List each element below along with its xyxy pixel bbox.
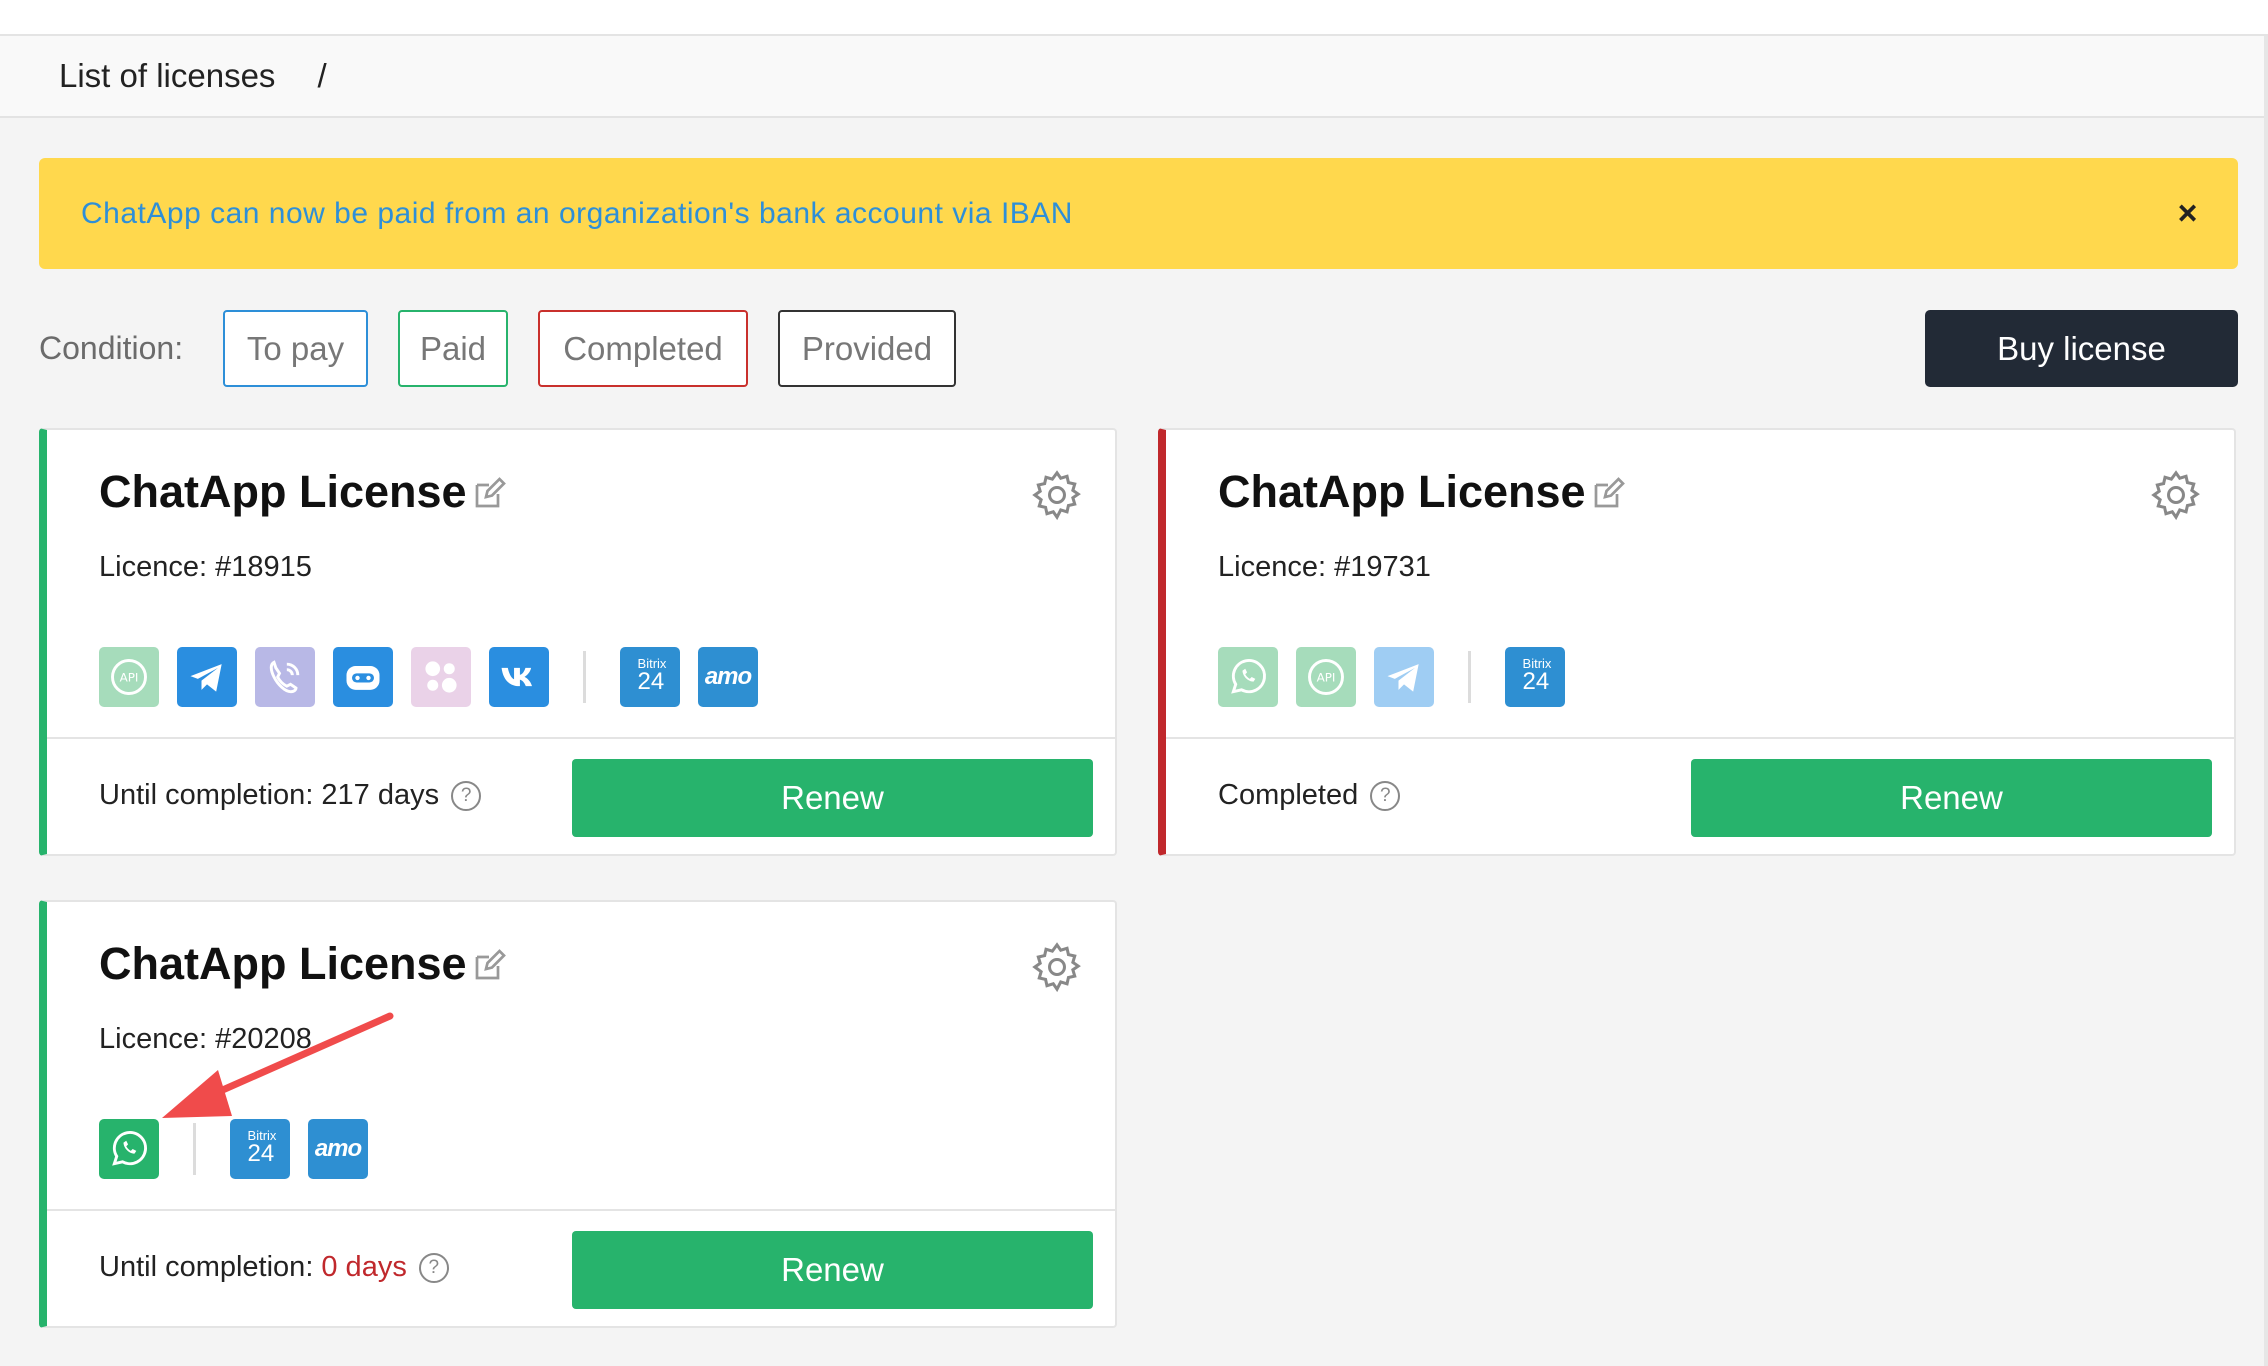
buy-license-button[interactable]: Buy license bbox=[1925, 310, 2238, 387]
bitrix24-icon[interactable]: Bitrix 24 bbox=[1505, 647, 1565, 707]
channel-list: Bitrix 24 amo bbox=[99, 1118, 386, 1180]
condition-label: Condition: bbox=[39, 330, 184, 366]
card-footer: Until completion: 0 days ? Renew bbox=[47, 1209, 1115, 1326]
license-card: ChatApp License Licence: #19731 API Bitr… bbox=[1158, 428, 2236, 856]
gear-icon[interactable] bbox=[1029, 939, 1085, 995]
telegram-icon[interactable] bbox=[177, 647, 237, 707]
filter-paid-button[interactable]: Paid bbox=[398, 310, 508, 387]
filter-completed-button[interactable]: Completed bbox=[538, 310, 748, 387]
status-label: Completed bbox=[1218, 779, 1359, 811]
gear-icon[interactable] bbox=[2148, 467, 2204, 523]
svg-text:API: API bbox=[120, 671, 139, 685]
status-text: Until completion: 0 days ? bbox=[99, 1251, 449, 1284]
licence-number: Licence: #18915 bbox=[99, 551, 312, 583]
renew-button[interactable]: Renew bbox=[572, 759, 1093, 837]
status-label: Until completion: bbox=[99, 1251, 314, 1283]
status-days: 0 days bbox=[321, 1251, 407, 1283]
breadcrumb-title[interactable]: List of licenses bbox=[59, 57, 275, 95]
amocrm-icon[interactable]: amo bbox=[698, 647, 758, 707]
top-bar bbox=[0, 0, 2268, 36]
bitrix24-icon[interactable]: Bitrix 24 bbox=[620, 647, 680, 707]
instagram-icon[interactable] bbox=[411, 647, 471, 707]
info-banner: ChatApp can now be paid from an organiza… bbox=[39, 158, 2238, 269]
renew-button[interactable]: Renew bbox=[1691, 759, 2212, 837]
help-icon[interactable]: ? bbox=[1370, 780, 1401, 811]
whatsapp-api-icon[interactable]: API bbox=[99, 647, 159, 707]
help-icon[interactable]: ? bbox=[418, 1252, 449, 1283]
channel-divider bbox=[583, 651, 586, 703]
viber-icon[interactable] bbox=[255, 647, 315, 707]
bitrix-number: 24 bbox=[247, 1139, 275, 1167]
telegram-icon[interactable] bbox=[1374, 647, 1434, 707]
card-title: ChatApp License bbox=[99, 466, 467, 517]
license-card: ChatApp License Licence: #18915 API Bitr… bbox=[39, 428, 1117, 856]
status-text: Until completion: 217 days ? bbox=[99, 779, 482, 812]
card-footer: Completed ? Renew bbox=[1166, 737, 2234, 854]
license-card: ChatApp License Licence: #20208 Bitrix 24… bbox=[39, 900, 1117, 1328]
whatsapp-icon[interactable] bbox=[1218, 647, 1278, 707]
svg-text:API: API bbox=[1317, 671, 1336, 685]
card-title: ChatApp License bbox=[1218, 466, 1586, 517]
card-title: ChatApp License bbox=[99, 938, 467, 989]
status-text: Completed ? bbox=[1218, 779, 1401, 812]
vk-icon[interactable] bbox=[489, 647, 549, 707]
help-icon[interactable]: ? bbox=[451, 780, 482, 811]
whatsapp-api-icon[interactable]: API bbox=[1296, 647, 1356, 707]
edit-icon[interactable] bbox=[1590, 476, 1626, 512]
amo-label: amo bbox=[314, 1135, 362, 1162]
bitrix-number: 24 bbox=[1522, 667, 1550, 695]
whatsapp-icon[interactable] bbox=[99, 1119, 159, 1179]
close-icon[interactable]: × bbox=[2178, 194, 2198, 233]
breadcrumb-separator: / bbox=[317, 57, 327, 94]
channel-list: API Bitrix 24 amo bbox=[99, 646, 776, 708]
edit-icon[interactable] bbox=[471, 948, 507, 984]
amocrm-icon[interactable]: amo bbox=[308, 1119, 368, 1179]
card-footer: Until completion: 217 days ? Renew bbox=[47, 737, 1115, 854]
chatbot-icon[interactable] bbox=[333, 647, 393, 707]
channel-divider bbox=[1468, 651, 1471, 703]
breadcrumb: List of licenses / bbox=[0, 36, 2268, 118]
amo-label: amo bbox=[704, 663, 752, 690]
bitrix24-icon[interactable]: Bitrix 24 bbox=[230, 1119, 290, 1179]
renew-button[interactable]: Renew bbox=[572, 1231, 1093, 1309]
licence-number: Licence: #20208 bbox=[99, 1023, 312, 1055]
channel-list: API Bitrix 24 bbox=[1218, 646, 1583, 708]
licence-number: Licence: #19731 bbox=[1218, 551, 1431, 583]
status-label: Until completion: 217 days bbox=[99, 779, 440, 811]
gear-icon[interactable] bbox=[1029, 467, 1085, 523]
edit-icon[interactable] bbox=[471, 476, 507, 512]
channel-divider bbox=[193, 1123, 196, 1175]
banner-text[interactable]: ChatApp can now be paid from an organiza… bbox=[81, 197, 1073, 231]
filter-to-pay-button[interactable]: To pay bbox=[223, 310, 368, 387]
filter-provided-button[interactable]: Provided bbox=[778, 310, 956, 387]
bitrix-number: 24 bbox=[637, 667, 665, 695]
scrollbar-track[interactable] bbox=[2264, 36, 2268, 1366]
